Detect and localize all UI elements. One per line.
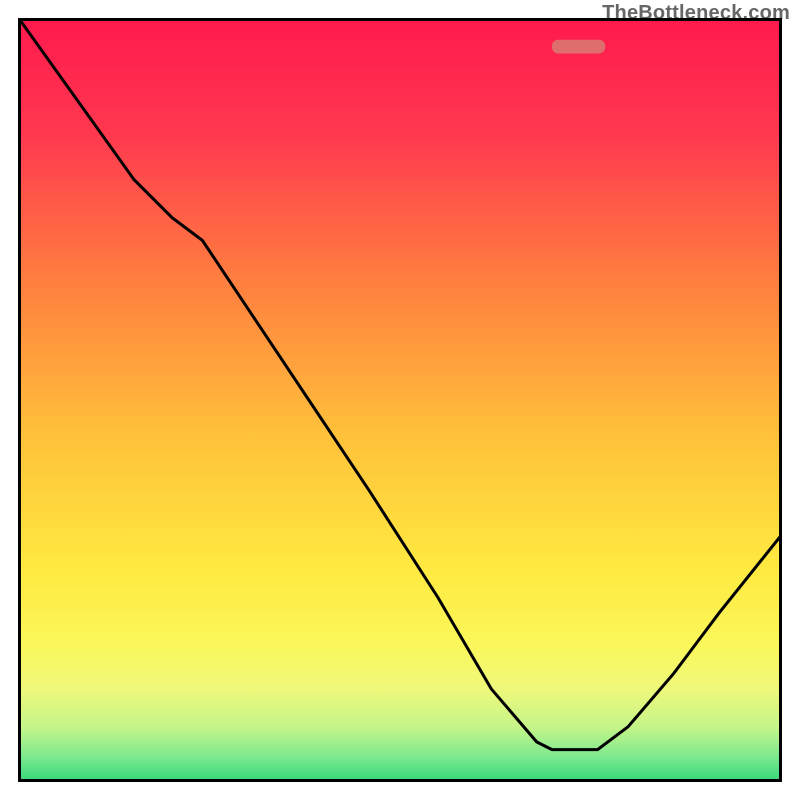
chart-canvas xyxy=(20,20,780,780)
chart-background-gradient xyxy=(20,20,780,780)
chart-frame: TheBottleneck.com xyxy=(0,0,800,800)
optimum-marker xyxy=(552,40,605,54)
